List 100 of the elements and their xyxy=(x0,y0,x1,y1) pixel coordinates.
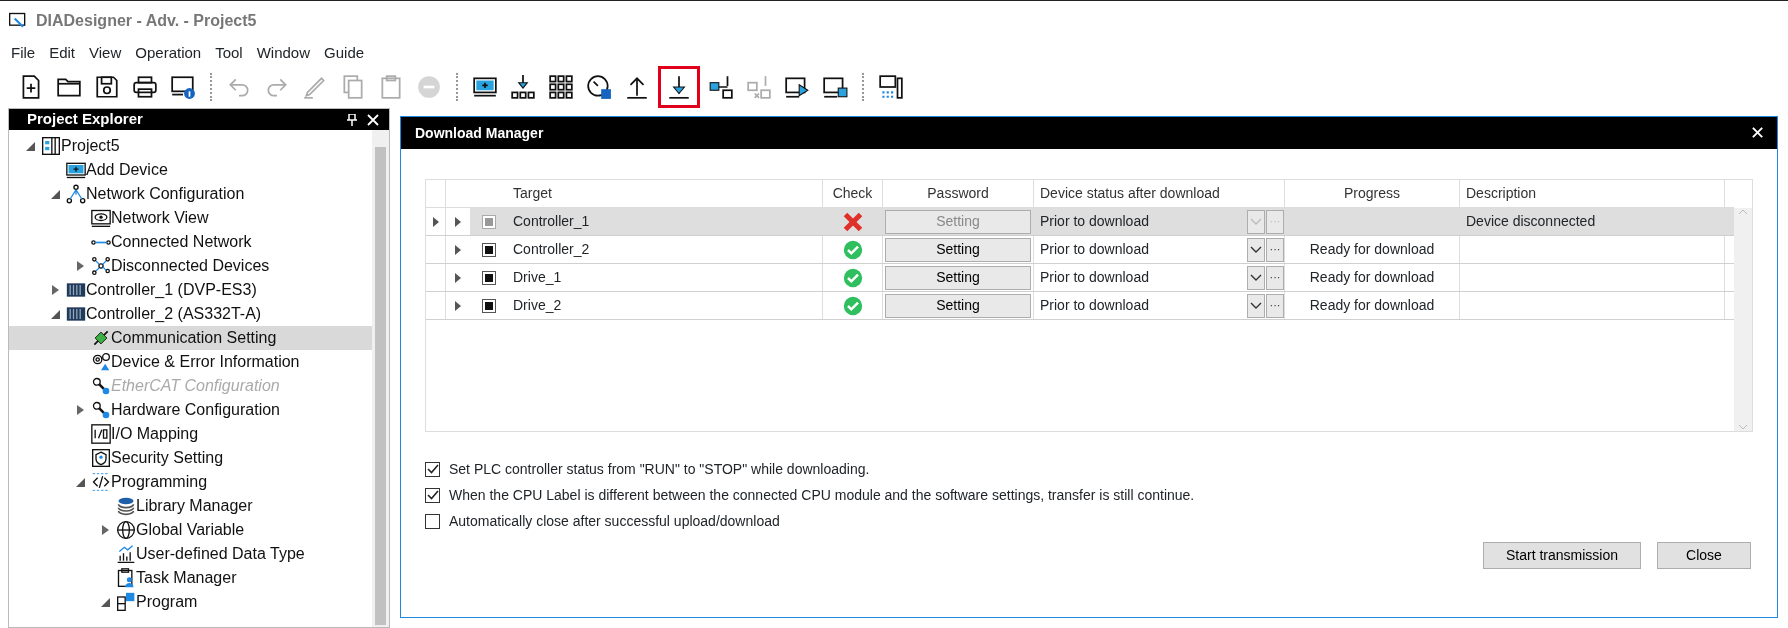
shield-icon xyxy=(91,448,111,468)
dropdown-value: Prior to download xyxy=(1040,212,1150,231)
wrench-icon xyxy=(91,400,111,420)
tree-item[interactable]: Library Manager xyxy=(9,494,372,518)
close-button[interactable]: ✕ xyxy=(1737,118,1777,148)
row-pointer-icon xyxy=(432,216,439,227)
checkbox[interactable] xyxy=(425,513,440,529)
dropdown-value: Prior to download xyxy=(1040,268,1150,287)
column-header: Target xyxy=(507,180,823,207)
tree-item[interactable]: Project5 xyxy=(9,134,372,158)
scrollbar[interactable] xyxy=(372,130,389,627)
dropdown-value: Prior to download xyxy=(1040,296,1150,315)
more-button[interactable]: ··· xyxy=(1266,237,1284,262)
gauge-icon xyxy=(586,74,612,100)
monitor-info-icon xyxy=(170,74,196,100)
plc-module-icon xyxy=(66,280,86,300)
table-row[interactable]: Drive_1 Setting Prior to download ··· Ready for download xyxy=(426,264,1734,292)
dialog-title: Download Manager xyxy=(415,123,544,143)
monitor-stop-icon xyxy=(822,74,848,100)
tree-item[interactable]: Controller_2 (AS332T-A) xyxy=(9,302,372,326)
column-header: Device status after download xyxy=(1034,180,1285,207)
project-icon xyxy=(41,136,61,156)
tree-item[interactable]: Global Variable xyxy=(9,518,372,542)
panel-title: Project Explorer xyxy=(27,109,143,130)
printer-icon xyxy=(132,74,158,100)
chart-icon xyxy=(116,544,136,564)
table-row[interactable]: Drive_2 Setting Prior to download ··· Ready for download xyxy=(426,292,1734,320)
menu-item[interactable]: Tool xyxy=(208,39,250,67)
checkbox[interactable] xyxy=(481,298,496,313)
monitor-plus-icon xyxy=(472,74,498,100)
menu-item[interactable]: View xyxy=(82,39,129,67)
menu-item[interactable]: Operation xyxy=(128,39,209,67)
menu-item[interactable]: Guide xyxy=(317,39,372,67)
start-button[interactable]: Start transmission xyxy=(1483,542,1641,569)
more-button[interactable]: ··· xyxy=(1266,265,1284,290)
expand-icon[interactable] xyxy=(455,300,461,311)
table-cell: Drive_2 xyxy=(507,292,823,319)
table-cell: Drive_1 xyxy=(507,264,823,291)
column-header: Password xyxy=(883,180,1034,207)
tree-item[interactable]: Disconnected Devices xyxy=(9,254,372,278)
checkbox-label: Automatically close after successful upload/download xyxy=(449,511,780,531)
table-cell: Controller_2 xyxy=(507,236,823,263)
checkbox[interactable] xyxy=(425,461,440,477)
gears-icon xyxy=(91,352,111,372)
close-button[interactable]: Close xyxy=(1657,542,1751,569)
dropdown-chevron-icon[interactable] xyxy=(1247,293,1265,318)
window-title: DIADesigner - Adv. - Project5 xyxy=(36,10,257,31)
plc-module-icon xyxy=(66,304,86,324)
connector-icon xyxy=(91,328,111,348)
code-icon xyxy=(91,472,111,492)
minus-circle-icon xyxy=(416,74,442,100)
tree-item[interactable]: Security Setting xyxy=(9,446,372,470)
tree-item[interactable]: Communication Setting xyxy=(9,326,372,350)
monitor-play-icon xyxy=(784,74,810,100)
password-setting-button[interactable]: Setting xyxy=(885,265,1031,290)
menu-item[interactable]: Window xyxy=(249,39,318,67)
menu-item[interactable]: File xyxy=(4,39,43,67)
tree-item[interactable]: Add Device xyxy=(9,158,372,182)
tree-item[interactable]: Task Manager xyxy=(9,566,372,590)
more-button[interactable]: ··· xyxy=(1266,293,1284,318)
nodes-icon xyxy=(91,256,111,276)
expand-icon[interactable] xyxy=(455,244,461,255)
checkbox-label: When the CPU Label is different between the connected CPU module and the software settings, transfer is still continue. xyxy=(449,485,1195,505)
expand-icon[interactable] xyxy=(455,272,461,283)
checkbox[interactable] xyxy=(481,270,496,285)
tree-item[interactable]: Controller_1 (DVP-ES3) xyxy=(9,278,372,302)
menu-item[interactable]: Edit xyxy=(42,39,83,67)
io-icon xyxy=(91,424,111,444)
column-header: Check xyxy=(823,180,883,207)
stack-icon xyxy=(116,496,136,516)
tree-item[interactable]: Device & Error Information xyxy=(9,350,372,374)
tree-item[interactable]: Program xyxy=(9,590,372,614)
program-blocks-icon xyxy=(116,592,136,612)
tree-item[interactable]: User-defined Data Type xyxy=(9,542,372,566)
column-header: Description xyxy=(1460,180,1725,207)
password-setting-button[interactable]: Setting xyxy=(885,293,1031,318)
connection-line-icon xyxy=(91,239,111,245)
dropdown-chevron-icon[interactable] xyxy=(1247,265,1265,290)
tree-item[interactable]: Hardware Configuration xyxy=(9,398,372,422)
column-header: Progress xyxy=(1285,180,1460,207)
wrench-icon xyxy=(91,376,111,396)
download-devices-icon xyxy=(510,74,536,100)
save-icon xyxy=(94,74,120,100)
tree-item[interactable]: Programming xyxy=(9,470,372,494)
checkbox[interactable] xyxy=(481,242,496,257)
table-cell-text: Device disconnected xyxy=(1466,212,1596,231)
progress-text: Ready for download xyxy=(1309,240,1435,259)
tree-item[interactable]: Network Configuration xyxy=(9,182,372,206)
eye-icon xyxy=(91,208,111,228)
checkbox[interactable] xyxy=(425,487,440,503)
password-setting-button[interactable]: Setting xyxy=(885,237,1031,262)
tree-item[interactable]: Network View xyxy=(9,206,372,230)
tree-item[interactable]: I/O Mapping xyxy=(9,422,372,446)
dropdown-value: Prior to download xyxy=(1040,240,1150,259)
tree-item[interactable]: Connected Network xyxy=(9,230,372,254)
dropdown-chevron-icon[interactable] xyxy=(1247,237,1265,262)
clipboard-person-icon xyxy=(116,568,136,588)
checkbox-label: Set PLC controller status from "RUN" to "STOP" while downloading. xyxy=(449,459,870,479)
table-row[interactable]: Controller_2 Setting Prior to download ··· Ready for download xyxy=(426,236,1734,264)
toolbar-button[interactable] xyxy=(658,66,700,108)
